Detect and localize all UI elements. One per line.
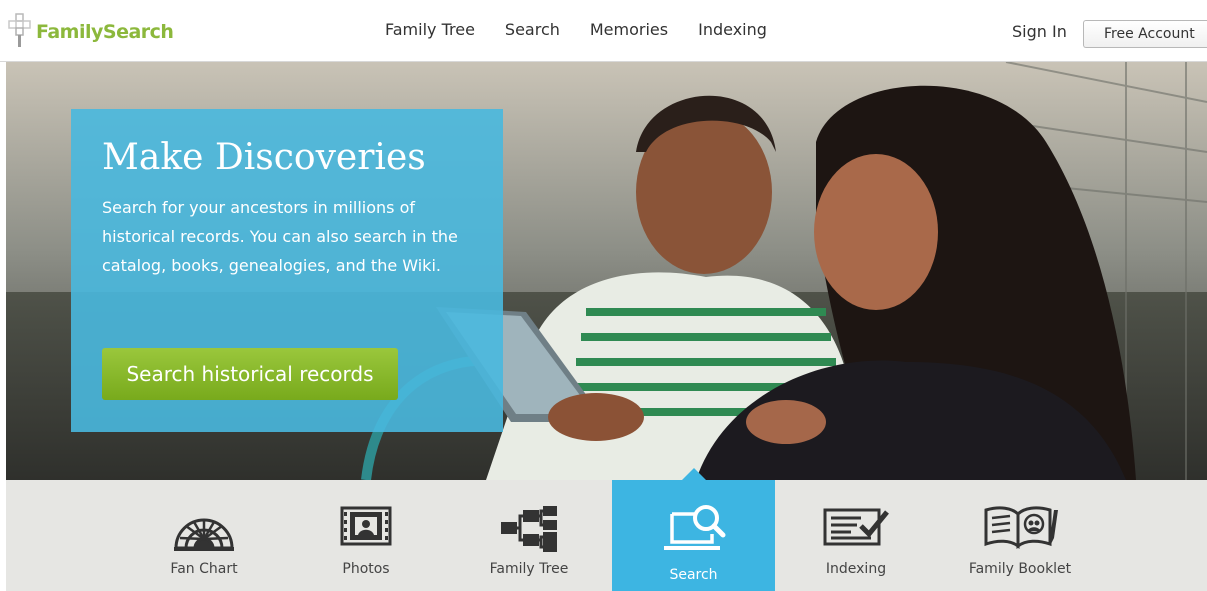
hero-banner: Make Discoveries Search for your ancesto… [6,62,1207,480]
hero-description: Search for your ancestors in millions of… [102,198,458,275]
family-booklet-icon [984,506,1058,549]
tool-label: Photos [342,561,390,577]
tool-search[interactable]: Search [612,468,775,591]
sign-in-link[interactable]: Sign In [1012,22,1067,41]
free-account-button[interactable]: Free Account [1083,20,1207,48]
nav-item-memories[interactable]: Memories [590,20,668,39]
tool-label: Family Tree [489,561,569,577]
tool-photos[interactable]: Photos [286,480,446,591]
hero-panel: Make Discoveries Search for your ancesto… [71,109,503,432]
site-header: FamilySearch Family Tree Search Memories… [0,0,1207,62]
photos-icon [340,506,392,546]
search-laptop-icon [663,505,725,550]
tool-label: Family Booklet [968,561,1072,577]
tools-bar: Fan Chart Photos Family Tree Search Inde… [6,468,1207,591]
brand-name: FamilySearch [36,21,174,43]
familysearch-logo[interactable]: FamilySearch [6,10,174,50]
indexing-icon [823,508,889,546]
tool-label: Indexing [825,561,887,577]
tool-label: Search [669,567,718,583]
tool-indexing[interactable]: Indexing [776,480,936,591]
fan-chart-icon [174,518,234,551]
nav-item-indexing[interactable]: Indexing [698,20,767,39]
family-tree-icon [501,506,557,552]
tool-family-booklet[interactable]: Family Booklet [940,480,1100,591]
tool-label: Fan Chart [170,561,238,577]
search-historical-records-button[interactable]: Search historical records [102,348,398,400]
main-nav: Family Tree Search Memories Indexing [370,20,782,39]
tree-logo-icon [8,13,31,47]
tool-fan-chart[interactable]: Fan Chart [124,480,284,591]
nav-item-search[interactable]: Search [505,20,560,39]
nav-item-family-tree[interactable]: Family Tree [385,20,475,39]
hero-title: Make Discoveries [102,137,426,178]
tool-family-tree[interactable]: Family Tree [449,480,609,591]
